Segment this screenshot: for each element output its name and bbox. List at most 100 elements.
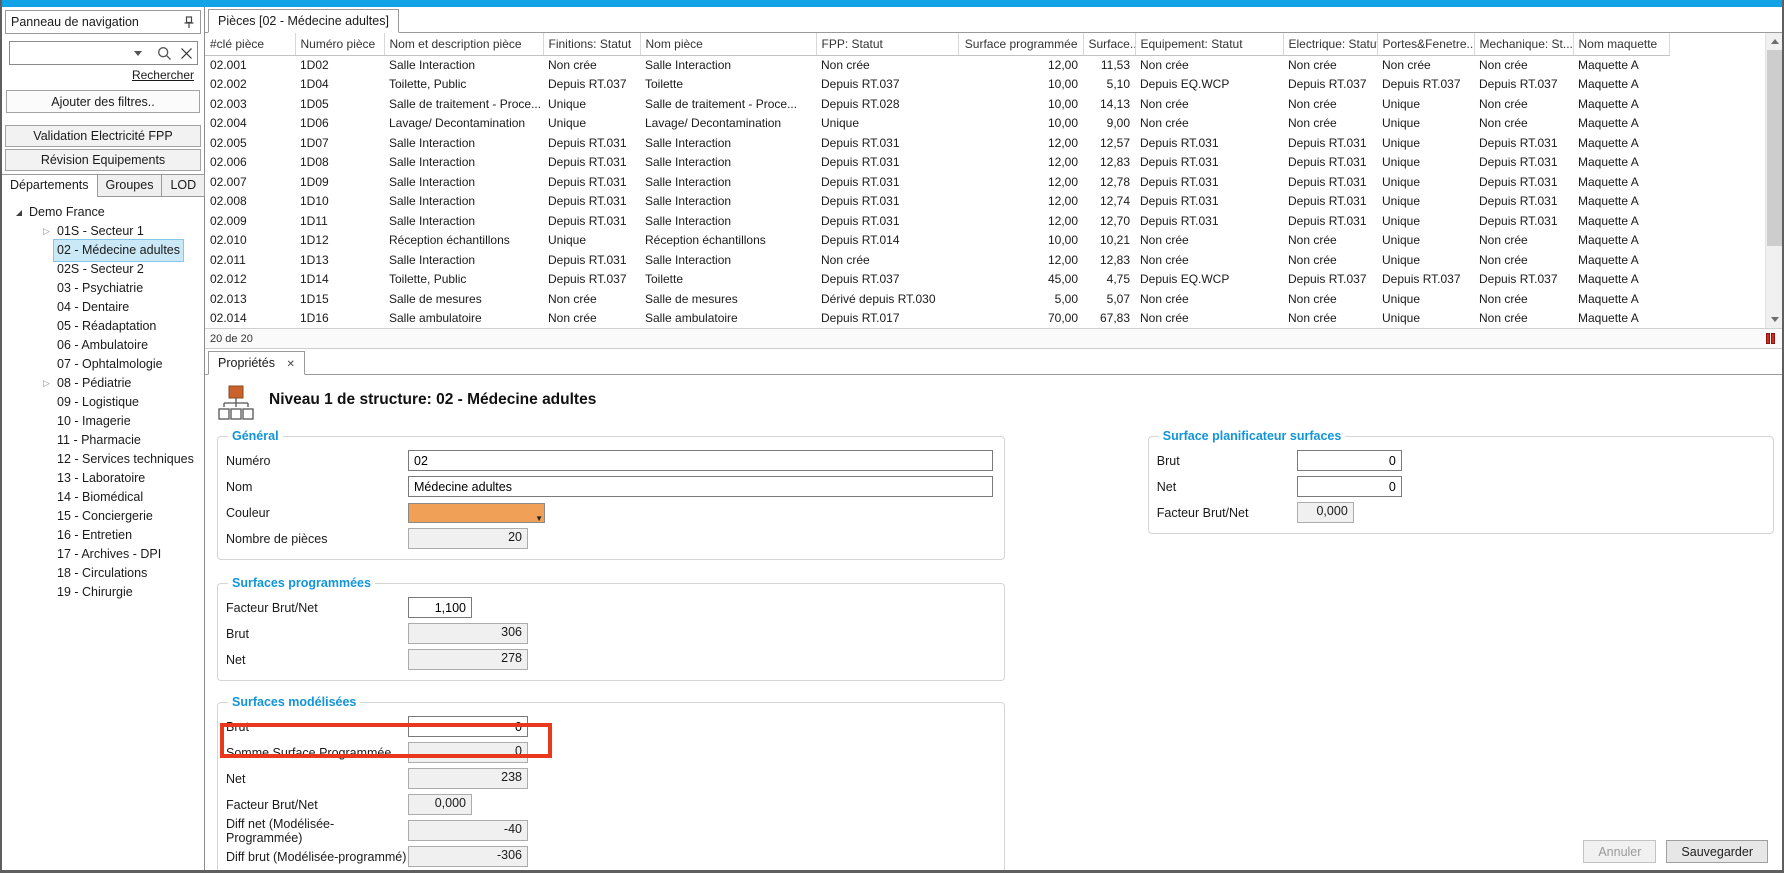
nom-input[interactable] (408, 476, 993, 497)
table-row[interactable]: 02.0051D07Salle InteractionDepuis RT.031… (205, 133, 1669, 153)
model-brut-input[interactable] (408, 716, 528, 737)
scroll-down-icon[interactable] (1766, 311, 1782, 328)
table-cell: 70,00 (958, 309, 1083, 329)
table-cell: Non crée (1135, 231, 1283, 251)
tab-proprietes[interactable]: Propriétés ✕ (208, 351, 305, 375)
table-cell: 12,70 (1083, 211, 1135, 231)
table-row[interactable]: 02.0021D04Toilette, PublicDepuis RT.037T… (205, 75, 1669, 95)
row-count: 20 de 20 (210, 333, 253, 345)
column-header[interactable]: Equipement: Statut (1135, 33, 1283, 55)
table-cell: Depuis RT.014 (816, 231, 958, 251)
table-cell: Non crée (816, 55, 958, 75)
form-row: Brut (226, 714, 996, 739)
expand-arrow-icon[interactable]: ▷ (40, 222, 53, 241)
plan-brut-input[interactable] (1297, 450, 1402, 471)
diff-brut-value: -306 (408, 846, 528, 867)
table-row[interactable]: 02.0131D15Salle de mesuresNon créeSalle … (205, 289, 1669, 309)
column-header[interactable]: #clé pièce (205, 33, 295, 55)
saved-filter-button[interactable]: Validation Electricité FPP (5, 125, 201, 147)
table-vertical-scrollbar[interactable] (1765, 33, 1782, 328)
table-row[interactable]: 02.0101D12Réception échantillonsUniqueRé… (205, 231, 1669, 251)
table-row[interactable]: 02.0041D06Lavage/ DecontaminationUniqueL… (205, 114, 1669, 134)
column-header[interactable]: Surface... (1083, 33, 1135, 55)
search-icon[interactable] (157, 46, 172, 61)
saved-filter-buttons: Validation Electricité FPPRévision Equip… (2, 123, 204, 171)
model-status-icon[interactable] (1766, 333, 1775, 344)
table-row[interactable]: 02.0121D14Toilette, PublicDepuis RT.037T… (205, 270, 1669, 290)
pin-icon[interactable] (183, 16, 195, 29)
form-row: Somme Surface Programmée0 (226, 740, 996, 765)
tab-pieces[interactable]: Pièces [02 - Médecine adultes] (208, 9, 399, 33)
table-row[interactable]: 02.0111D13Salle InteractionDepuis RT.031… (205, 250, 1669, 270)
table-row[interactable]: 02.0091D11Salle InteractionDepuis RT.031… (205, 211, 1669, 231)
expand-arrow-icon[interactable]: ▷ (40, 374, 53, 393)
clear-search-icon[interactable] (180, 47, 193, 60)
nav-tab-départements[interactable]: Départements (1, 174, 98, 197)
table-cell: Salle Interaction (640, 192, 816, 212)
prog-facteur-input[interactable] (408, 597, 472, 618)
search-link[interactable]: Rechercher (132, 68, 194, 82)
field-label: Numéro (226, 454, 408, 468)
table-row[interactable]: 02.0081D10Salle InteractionDepuis RT.031… (205, 192, 1669, 212)
column-header[interactable]: Nom maquette (1573, 33, 1669, 55)
column-header[interactable]: Portes&Fenetre... (1377, 33, 1474, 55)
table-cell: Depuis RT.031 (1474, 133, 1573, 153)
field-label: Brut (1157, 454, 1297, 468)
saved-filter-button[interactable]: Révision Equipements (5, 149, 201, 171)
table-cell: Unique (1377, 192, 1474, 212)
table-cell: 1D11 (295, 211, 384, 231)
properties-title: Niveau 1 de structure: 02 - Médecine adu… (269, 391, 596, 409)
column-header[interactable]: Numéro pièce (295, 33, 384, 55)
table-cell: Salle Interaction (384, 192, 543, 212)
numero-input[interactable] (408, 450, 993, 471)
scrollbar-thumb[interactable] (1767, 50, 1782, 246)
column-header[interactable]: Finitions: Statut (543, 33, 640, 55)
save-button[interactable]: Sauvegarder (1666, 840, 1768, 863)
table-cell: Depuis RT.037 (1474, 75, 1573, 95)
search-input[interactable] (9, 41, 198, 65)
nav-tab-groupes[interactable]: Groupes (97, 174, 163, 196)
table-cell: Depuis RT.031 (1474, 153, 1573, 173)
expand-arrow-icon[interactable] (12, 210, 25, 216)
table-row[interactable]: 02.0141D16Salle ambulatoireNon créeSalle… (205, 309, 1669, 329)
table-row[interactable]: 02.0071D09Salle InteractionDepuis RT.031… (205, 172, 1669, 192)
table-cell: Lavage/ Decontamination (640, 114, 816, 134)
table-row[interactable]: 02.0061D08Salle InteractionDepuis RT.031… (205, 153, 1669, 173)
table-cell: Maquette A (1573, 133, 1669, 153)
column-header[interactable]: Mechanique: St... (1474, 33, 1573, 55)
tree-item[interactable]: 19 - Chirurgie (2, 583, 204, 602)
field-label: Brut (226, 720, 408, 734)
table-cell: Depuis RT.031 (1474, 172, 1573, 192)
table-cell: Unique (543, 231, 640, 251)
chevron-down-icon[interactable] (134, 51, 142, 56)
properties-panel: Propriétés ✕ (205, 349, 1782, 870)
table-cell: Depuis RT.031 (816, 133, 958, 153)
table-cell: 67,83 (1083, 309, 1135, 329)
column-header[interactable]: Surface programmée (958, 33, 1083, 55)
table-cell: Maquette A (1573, 192, 1669, 212)
table-cell: Salle Interaction (384, 250, 543, 270)
table-cell: Depuis EQ.WCP (1135, 270, 1283, 290)
table-cell: Depuis RT.031 (1474, 192, 1573, 212)
column-header[interactable]: Electrique: Statut (1283, 33, 1377, 55)
table-cell: 1D14 (295, 270, 384, 290)
table-cell: 10,00 (958, 231, 1083, 251)
table-cell: Dérivé depuis RT.030 (816, 289, 958, 309)
add-filters-button[interactable]: Ajouter des filtres.. (6, 90, 200, 113)
table-row[interactable]: 02.0031D05Salle de traitement - Proce...… (205, 94, 1669, 114)
plan-net-input[interactable] (1297, 476, 1402, 497)
column-header[interactable]: Nom pièce (640, 33, 816, 55)
structure-level-icon (217, 385, 255, 421)
nav-tab-lod[interactable]: LOD (161, 174, 205, 196)
form-row: Brut306 (226, 621, 996, 646)
scroll-up-icon[interactable] (1766, 33, 1782, 50)
table-cell: Depuis RT.031 (543, 250, 640, 270)
column-header[interactable]: FPP: Statut (816, 33, 958, 55)
form-row: Facteur Brut/Net0,000 (1157, 500, 1765, 525)
table-cell: 12,83 (1083, 153, 1135, 173)
table-row[interactable]: 02.0011D02Salle InteractionNon créeSalle… (205, 55, 1669, 75)
cancel-button[interactable]: Annuler (1583, 840, 1656, 863)
couleur-dropdown[interactable]: ▼ (408, 503, 545, 523)
close-icon[interactable]: ✕ (286, 359, 294, 370)
column-header[interactable]: Nom et description pièce (384, 33, 543, 55)
